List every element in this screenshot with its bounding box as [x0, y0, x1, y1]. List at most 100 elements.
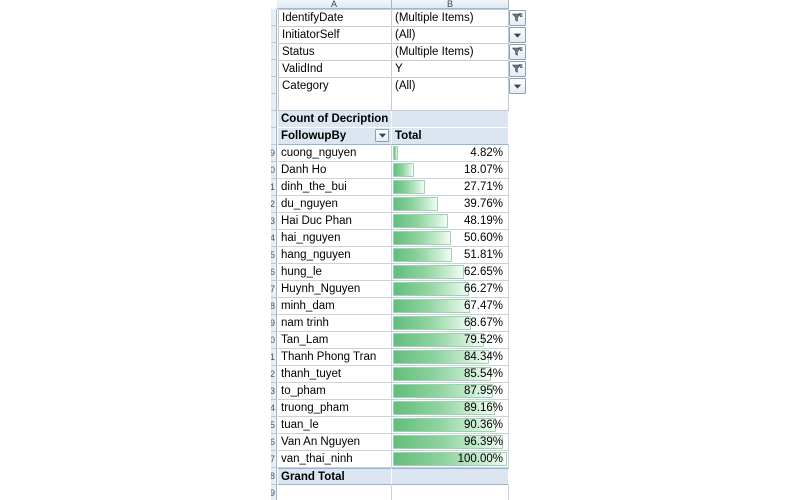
pivot-filter-row: InitiatorSelf (All)	[278, 26, 509, 43]
row-header-cell[interactable]: 1	[271, 349, 276, 366]
pivot-row-label[interactable]: van_thai_ninh	[278, 451, 392, 468]
pivot-filter-row: ValidInd Y	[278, 60, 509, 77]
pivot-rowfield-dropdown-button[interactable]	[375, 129, 389, 142]
pivot-row-value: 79.52%	[463, 334, 503, 346]
pivot-rowfield-header[interactable]: FollowupBy	[278, 128, 392, 145]
pivot-filter-value[interactable]: Y	[392, 60, 509, 77]
row-header-cell[interactable]	[271, 128, 276, 145]
spacer-cell[interactable]	[392, 94, 509, 111]
pivot-filter-value[interactable]: (All)	[392, 77, 509, 94]
pivot-filter-value[interactable]: (Multiple Items)	[392, 43, 509, 60]
pivot-row-value-cell[interactable]: 27.71%	[392, 179, 509, 196]
pivot-row-label[interactable]: Hai Duc Phan	[278, 213, 392, 230]
pivot-row-value-cell[interactable]: 4.82%	[392, 145, 509, 162]
pivot-row-value-cell[interactable]: 62.65%	[392, 264, 509, 281]
pivot-filter-applied-button[interactable]	[509, 61, 526, 77]
row-header-cell[interactable]: 7	[271, 451, 276, 468]
row-header-cell[interactable]: 6	[271, 264, 276, 281]
pivot-row-value-cell[interactable]: 66.27%	[392, 281, 509, 298]
pivot-row-label[interactable]: du_nguyen	[278, 196, 392, 213]
pivot-row-value-cell[interactable]: 96.39%	[392, 434, 509, 451]
row-header-cell[interactable]: 9	[271, 315, 276, 332]
row-header-cell[interactable]: 7	[271, 281, 276, 298]
pivot-valuefield-header[interactable]: Total	[392, 128, 509, 145]
row-header-cell[interactable]: 9	[271, 485, 276, 500]
pivot-row-value-cell[interactable]: 18.07%	[392, 162, 509, 179]
row-header-cell[interactable]	[271, 26, 276, 43]
pivot-row-label[interactable]: Huynh_Nguyen	[278, 281, 392, 298]
pivot-filter-value[interactable]: (Multiple Items)	[392, 9, 509, 26]
pivot-row-value-cell[interactable]: 51.81%	[392, 247, 509, 264]
row-header-cell[interactable]	[271, 77, 276, 94]
row-header-cell[interactable]: 2	[271, 366, 276, 383]
pivot-row-value-cell[interactable]: 67.47%	[392, 298, 509, 315]
row-header-cell[interactable]: 1	[271, 179, 276, 196]
pivot-row-value: 27.71%	[463, 181, 503, 193]
pivot-row-label[interactable]: to_pham	[278, 383, 392, 400]
empty-cell[interactable]	[392, 485, 509, 500]
column-header-b[interactable]: B	[392, 0, 509, 8]
pivot-row-value-cell[interactable]: 48.19%	[392, 213, 509, 230]
spacer-cell[interactable]	[278, 94, 392, 111]
pivot-row-label[interactable]: nam trinh	[278, 315, 392, 332]
pivot-grand-total-value	[392, 468, 509, 485]
row-header-cell[interactable]: 2	[271, 196, 276, 213]
pivot-row-value-cell[interactable]: 89.16%	[392, 400, 509, 417]
pivot-row-label[interactable]: dinh_the_bui	[278, 179, 392, 196]
row-header-cell[interactable]: 5	[271, 417, 276, 434]
row-header-cell[interactable]: 5	[271, 247, 276, 264]
pivot-data-row: nam trinh 68.67%	[278, 315, 509, 332]
empty-cell[interactable]	[278, 485, 392, 500]
pivot-row-label[interactable]: Van An Nguyen	[278, 434, 392, 451]
row-header-cell[interactable]	[271, 94, 276, 111]
pivot-row-label[interactable]: thanh_tuyet	[278, 366, 392, 383]
row-header-cell[interactable]: 8	[271, 468, 276, 485]
pivot-row-value-cell[interactable]: 90.36%	[392, 417, 509, 434]
row-header-cell[interactable]: 4	[271, 400, 276, 417]
pivot-row-label[interactable]: hang_nguyen	[278, 247, 392, 264]
pivot-row-label[interactable]: cuong_nguyen	[278, 145, 392, 162]
row-header-cell[interactable]: 0	[271, 332, 276, 349]
row-header-cell[interactable]	[271, 111, 276, 128]
pivot-row-label[interactable]: Thanh Phong Tran	[278, 349, 392, 366]
databar	[393, 180, 425, 194]
pivot-row-value-cell[interactable]: 79.52%	[392, 332, 509, 349]
row-header-cell[interactable]: 4	[271, 230, 276, 247]
pivot-row-label[interactable]: truong_pham	[278, 400, 392, 417]
pivot-row-value-cell[interactable]: 50.60%	[392, 230, 509, 247]
pivot-row-value: 87.95%	[463, 385, 503, 397]
row-header-cell[interactable]: 0	[271, 162, 276, 179]
row-header-cell[interactable]: 9	[271, 145, 276, 162]
pivot-row-value-cell[interactable]: 84.34%	[392, 349, 509, 366]
row-header-cell[interactable]: 3	[271, 383, 276, 400]
pivot-filter-dropdown-button[interactable]	[509, 78, 526, 94]
pivot-row-value-cell[interactable]: 39.76%	[392, 196, 509, 213]
pivot-row-label[interactable]: hai_nguyen	[278, 230, 392, 247]
column-header-a[interactable]: A	[277, 0, 392, 8]
row-header-cell[interactable]: 8	[271, 298, 276, 315]
pivot-row-value-cell[interactable]: 87.95%	[392, 383, 509, 400]
pivot-data-row: Hai Duc Phan 48.19%	[278, 213, 509, 230]
pivot-data-row: Van An Nguyen 96.39%	[278, 434, 509, 451]
pivot-filter-dropdown-button[interactable]	[509, 27, 526, 43]
row-header-cell[interactable]	[271, 43, 276, 60]
pivot-row-label[interactable]: minh_dam	[278, 298, 392, 315]
pivot-row-value-cell[interactable]: 68.67%	[392, 315, 509, 332]
pivot-row-value-cell[interactable]: 100.00%	[392, 451, 509, 468]
pivot-filter-label: InitiatorSelf	[278, 26, 392, 43]
pivot-row-label[interactable]: Danh Ho	[278, 162, 392, 179]
row-header-cell[interactable]	[271, 9, 276, 26]
pivot-filter-value[interactable]: (All)	[392, 26, 509, 43]
pivot-row-value: 18.07%	[463, 164, 503, 176]
row-header-cell[interactable]: 6	[271, 434, 276, 451]
pivot-filter-applied-button[interactable]	[509, 10, 526, 26]
pivot-row-label[interactable]: Tan_Lam	[278, 332, 392, 349]
pivot-data-row: cuong_nguyen 4.82%	[278, 145, 509, 162]
row-header-cell[interactable]: 3	[271, 213, 276, 230]
row-header-gutter[interactable]: 9012345678901234567890	[271, 9, 277, 500]
row-header-cell[interactable]	[271, 60, 276, 77]
pivot-row-label[interactable]: tuan_le	[278, 417, 392, 434]
pivot-row-value-cell[interactable]: 85.54%	[392, 366, 509, 383]
pivot-row-label[interactable]: hung_le	[278, 264, 392, 281]
pivot-filter-applied-button[interactable]	[509, 44, 526, 60]
